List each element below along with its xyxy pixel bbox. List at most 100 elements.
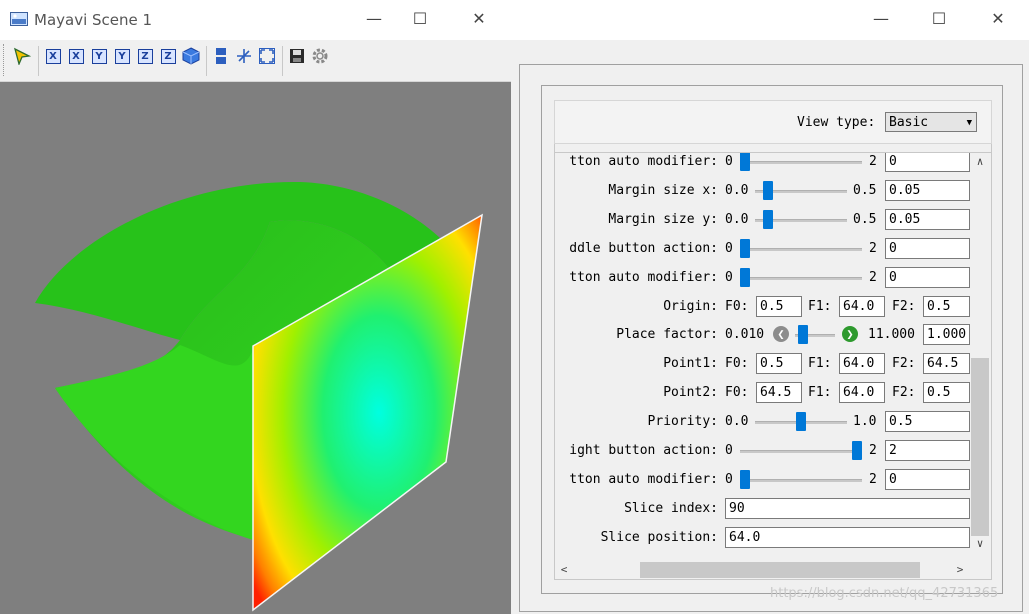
scroll-left-icon[interactable]: < [555,561,573,579]
property-row: Slice index: 90 [555,495,971,524]
slider-thumb[interactable] [740,267,750,287]
toolbar-separator [282,46,283,76]
property-label: tton auto modifier: [569,269,718,285]
scroll-right-icon[interactable]: > [951,561,969,579]
f1-field[interactable]: 64.0 [839,353,885,375]
slider-thumb[interactable] [763,180,774,200]
view-type-select[interactable]: Basic ▼ [885,112,977,132]
property-row: tton auto modifier: 0 2 0 [555,264,971,293]
isometric-icon[interactable] [181,46,201,66]
property-row: ddle button action: 0 2 0 [555,235,971,264]
slider-track[interactable] [740,247,862,251]
value-field[interactable]: 0.05 [885,208,970,230]
title-bar[interactable]: — ☐ ✕ [511,0,1029,40]
value-field[interactable]: 2 [885,440,970,461]
value-field[interactable]: 0 [885,153,970,172]
value-field[interactable]: 1.000 [923,324,970,346]
f2-label: F2: [892,356,916,372]
f2-label: F2: [892,385,916,401]
property-row: Point2: F0: 64.5 F1: 64.0 F2: 0.5 [555,379,971,408]
slider-thumb[interactable] [740,153,750,171]
property-label: tton auto modifier: [569,154,718,169]
maximize-button[interactable]: ☐ [916,0,962,40]
slider-max-label: 0.5 [853,182,877,198]
scroll-up-icon[interactable]: ∧ [971,153,989,171]
view-z-neg-icon[interactable]: Z [158,46,178,66]
fullscreen-icon[interactable] [257,46,277,66]
f0-label: F0: [725,298,749,314]
scroll-down-icon[interactable]: ∨ [971,535,989,553]
slider-track[interactable] [740,450,862,453]
view-y-pos-icon[interactable]: Y [89,46,109,66]
slider-thumb[interactable] [740,469,750,489]
slider-max-label: 2 [869,443,877,458]
maximize-button[interactable]: ☐ [397,0,443,40]
f2-field[interactable]: 0.5 [923,295,970,317]
dropdown-arrow-icon: ▼ [966,118,972,128]
horizontal-scroll-thumb[interactable] [640,562,920,578]
slider-thumb[interactable] [852,441,862,460]
increase-arrow-icon[interactable]: ❯ [842,326,858,343]
axes-icon[interactable] [234,46,254,66]
mayavi-scene-window: Mayavi Scene 1 — ☐ ✕ X X Y Y Z Z [0,0,512,614]
decrease-arrow-icon[interactable]: ❮ [773,326,789,343]
cursor-icon[interactable] [12,46,32,66]
view-z-pos-icon[interactable]: Z [135,46,155,66]
slider-thumb[interactable] [763,209,774,229]
f0-field[interactable]: 0.5 [756,295,802,317]
slider-track[interactable] [740,478,862,482]
slider-max-label: 2 [869,471,877,487]
f0-field[interactable]: 0.5 [756,353,802,375]
slider-thumb[interactable] [740,238,750,258]
close-button[interactable]: ✕ [975,0,1021,40]
parallel-projection-icon[interactable] [211,46,231,66]
property-label: Place factor: [616,327,718,343]
settings-icon[interactable] [310,46,330,66]
value-field[interactable]: 0 [885,237,970,259]
range-slider-thumb[interactable] [797,325,808,345]
title-bar[interactable]: Mayavi Scene 1 — ☐ ✕ [0,0,511,40]
slider-min-label: 0 [725,443,733,458]
slider-min-label: 0 [725,471,733,487]
slider-min-label: 0.0 [725,414,749,430]
minimize-button[interactable]: — [351,0,397,40]
f0-label: F0: [725,356,749,372]
slider-min-label: 0 [725,154,733,169]
scene-toolbar: X X Y Y Z Z [0,40,511,82]
slider-track[interactable] [740,161,862,164]
slider-track[interactable] [740,276,862,280]
slider-max-label: 2 [869,269,877,285]
value-field[interactable]: 0.5 [885,411,970,433]
f2-field[interactable]: 0.5 [923,382,970,404]
surface-lower [55,345,253,540]
properties-scroll-area[interactable]: tton auto modifier: 0 2 0 Margin size x: 0.0 0… [554,152,992,580]
f1-field[interactable]: 64.0 [839,382,885,404]
view-y-neg-icon[interactable]: Y [112,46,132,66]
value-field[interactable]: 0.05 [885,179,970,201]
toolbar-separator [38,46,39,76]
save-icon[interactable] [287,46,307,66]
toolbar-grip[interactable] [3,44,7,76]
slider-max-label: 1.0 [853,414,877,430]
property-label: Origin: [663,298,718,314]
view-x-neg-icon[interactable]: X [66,46,86,66]
value-field[interactable]: 64.0 [725,526,970,548]
f0-field[interactable]: 64.5 [756,382,802,404]
value-field[interactable]: 90 [725,497,970,519]
view-type-label: View type: [797,115,876,130]
view-x-pos-icon[interactable]: X [43,46,63,66]
3d-scene-viewport[interactable] [0,82,511,614]
close-button[interactable]: ✕ [456,0,502,40]
property-label: Point1: [663,356,718,372]
minimize-button[interactable]: — [858,0,904,40]
value-field[interactable]: 0 [885,468,970,490]
f2-field[interactable]: 64.5 [923,353,970,375]
slider-thumb[interactable] [796,412,806,432]
vertical-scroll-thumb[interactable] [971,358,989,536]
f1-field[interactable]: 64.0 [839,295,885,317]
f0-label: F0: [725,385,749,401]
value-field[interactable]: 0 [885,266,970,288]
slider-max-label: 2 [869,154,877,169]
property-label: Slice index: [624,500,718,516]
property-label: tton auto modifier: [569,471,718,487]
